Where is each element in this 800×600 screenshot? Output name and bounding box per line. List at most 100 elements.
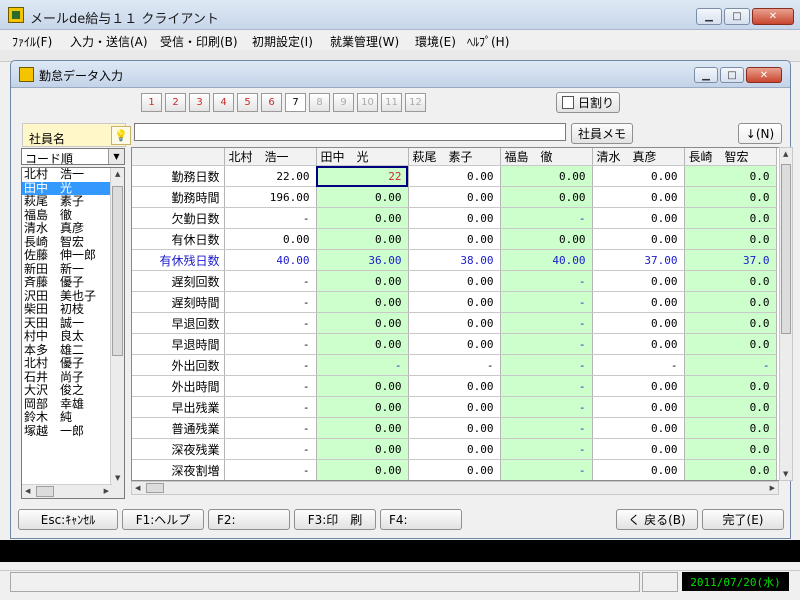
employee-list-item[interactable]: 佐藤 伸一郎 bbox=[22, 248, 124, 263]
grid-cell[interactable]: - bbox=[684, 354, 777, 376]
column-header[interactable]: 福島 徹 bbox=[500, 148, 593, 166]
grid-cell[interactable]: 0.00 bbox=[316, 228, 409, 250]
active-grid-cell[interactable]: 22 bbox=[316, 165, 409, 187]
column-header[interactable]: 長崎 智宏 bbox=[684, 148, 777, 166]
grid-cell[interactable]: 0.00 bbox=[316, 459, 409, 480]
employee-list-hscroll[interactable]: ◀ ▶ bbox=[22, 484, 112, 498]
grid-cell[interactable]: 0.00 bbox=[408, 375, 501, 397]
grid-cell[interactable]: - bbox=[500, 417, 593, 439]
grid-cell[interactable]: 0.0 bbox=[684, 291, 777, 313]
grid-cell[interactable]: - bbox=[224, 291, 317, 313]
month-tab-1[interactable]: 1 bbox=[141, 93, 162, 112]
f3-print-button[interactable]: F3:印 刷 bbox=[294, 509, 376, 530]
grid-cell[interactable]: 0.0 bbox=[684, 417, 777, 439]
grid-cell[interactable]: 0.00 bbox=[316, 396, 409, 418]
grid-cell[interactable]: 0.00 bbox=[592, 375, 685, 397]
grid-cell[interactable]: - bbox=[224, 207, 317, 229]
employee-list-item[interactable]: 北村 浩一 bbox=[22, 168, 124, 182]
menu-file[interactable]: ﾌｧｲﾙ(F) bbox=[12, 33, 52, 50]
scroll-down-icon[interactable]: ▼ bbox=[783, 470, 788, 478]
menu-receive-print[interactable]: 受信・印刷(B) bbox=[160, 33, 238, 50]
menu-initial-settings[interactable]: 初期設定(I) bbox=[252, 33, 313, 50]
column-header[interactable]: 北村 浩一 bbox=[224, 148, 317, 166]
esc-cancel-button[interactable]: Esc:ｷｬﾝｾﾙ bbox=[18, 509, 118, 530]
employee-list-item[interactable]: 本多 雄二 bbox=[22, 343, 124, 358]
grid-cell[interactable]: - bbox=[224, 396, 317, 418]
employee-list-item[interactable]: 福島 徹 bbox=[22, 208, 124, 223]
grid-cell[interactable]: 37.00 bbox=[592, 249, 685, 271]
grid-cell[interactable]: 0.00 bbox=[408, 165, 501, 187]
month-tab-2[interactable]: 2 bbox=[165, 93, 186, 112]
menu-attendance[interactable]: 就業管理(W) bbox=[330, 33, 399, 50]
scroll-right-icon[interactable]: ▶ bbox=[770, 484, 775, 492]
done-button[interactable]: 完了(E) bbox=[702, 509, 784, 530]
grid-cell[interactable]: 0.00 bbox=[592, 291, 685, 313]
grid-cell[interactable]: - bbox=[500, 312, 593, 334]
grid-cell[interactable]: 0.00 bbox=[408, 312, 501, 334]
grid-cell[interactable]: 0.0 bbox=[684, 459, 777, 480]
grid-cell[interactable]: 40.00 bbox=[500, 249, 593, 271]
employee-list-item[interactable]: 沢田 美也子 bbox=[22, 289, 124, 304]
grid-cell[interactable]: 0.0 bbox=[684, 312, 777, 334]
scroll-right-icon[interactable]: ▶ bbox=[104, 487, 109, 495]
grid-cell[interactable]: 22.00 bbox=[224, 165, 317, 187]
grid-cell[interactable]: 0.00 bbox=[408, 270, 501, 292]
grid-cell[interactable]: - bbox=[224, 375, 317, 397]
grid-cell[interactable]: 0.00 bbox=[592, 417, 685, 439]
employee-list-item[interactable]: 石井 尚子 bbox=[22, 370, 124, 385]
grid-h-scroll-thumb[interactable] bbox=[146, 483, 164, 493]
employee-list-item[interactable]: 村中 良太 bbox=[22, 329, 124, 344]
grid-cell[interactable]: 0.00 bbox=[316, 312, 409, 334]
grid-cell[interactable]: 0.0 bbox=[684, 333, 777, 355]
grid-cell[interactable]: 0.00 bbox=[316, 291, 409, 313]
employee-list-item[interactable]: 柴田 初枝 bbox=[22, 302, 124, 317]
scroll-left-icon[interactable]: ◀ bbox=[25, 487, 30, 495]
grid-cell[interactable]: 0.00 bbox=[408, 228, 501, 250]
month-tab-7[interactable]: 7 bbox=[285, 93, 306, 112]
scroll-up-icon[interactable]: ▲ bbox=[783, 150, 788, 158]
employee-list-item[interactable]: 鈴木 純 bbox=[22, 410, 124, 425]
grid-cell[interactable]: - bbox=[500, 207, 593, 229]
menu-help[interactable]: ﾍﾙﾌﾟ(H) bbox=[467, 33, 509, 50]
grid-cell[interactable]: 0.00 bbox=[316, 417, 409, 439]
scroll-up-icon[interactable]: ▲ bbox=[115, 170, 120, 178]
grid-cell[interactable]: 0.00 bbox=[408, 417, 501, 439]
employee-list-item[interactable]: 北村 優子 bbox=[22, 356, 124, 371]
grid-cell[interactable]: - bbox=[500, 333, 593, 355]
grid-cell[interactable]: - bbox=[500, 291, 593, 313]
grid-cell[interactable]: 0.00 bbox=[408, 396, 501, 418]
maximize-button[interactable]: □ bbox=[724, 8, 750, 25]
column-header[interactable]: 萩尾 素子 bbox=[408, 148, 501, 166]
month-tab-5[interactable]: 5 bbox=[237, 93, 258, 112]
employee-list-item[interactable]: 田中 光 bbox=[22, 181, 124, 195]
grid-cell[interactable]: 0.00 bbox=[592, 333, 685, 355]
lightbulb-icon[interactable]: 💡 bbox=[111, 126, 131, 145]
sort-select[interactable]: コード順 ▼ bbox=[21, 148, 125, 166]
grid-cell[interactable]: 0.0 bbox=[684, 375, 777, 397]
f1-help-button[interactable]: F1:ヘルプ bbox=[122, 509, 204, 530]
grid-cell[interactable]: 0.0 bbox=[684, 207, 777, 229]
grid-cell[interactable]: 0.00 bbox=[500, 165, 593, 187]
grid-cell[interactable]: - bbox=[592, 354, 685, 376]
employee-list-item[interactable]: 新田 新一 bbox=[22, 262, 124, 277]
grid-cell[interactable]: 0.0 bbox=[684, 396, 777, 418]
close-button[interactable]: ✕ bbox=[752, 8, 794, 25]
grid-cell[interactable]: - bbox=[224, 270, 317, 292]
f2-button[interactable]: F2: bbox=[208, 509, 290, 530]
child-minimize-button[interactable]: ▁ bbox=[694, 67, 718, 83]
minimize-button[interactable]: ▁ bbox=[696, 8, 722, 25]
grid-cell[interactable]: - bbox=[224, 459, 317, 480]
grid-cell[interactable]: 0.00 bbox=[408, 459, 501, 480]
grid-cell[interactable]: 0.0 bbox=[684, 186, 777, 208]
employee-list-item[interactable]: 長崎 智宏 bbox=[22, 235, 124, 250]
grid-cell[interactable]: 0.00 bbox=[316, 333, 409, 355]
employee-list-item[interactable]: 天田 誠一 bbox=[22, 316, 124, 331]
employee-list-vscroll[interactable]: ▲ ▼ bbox=[110, 168, 124, 498]
grid-cell[interactable]: 0.00 bbox=[316, 270, 409, 292]
grid-cell[interactable]: 0.00 bbox=[408, 333, 501, 355]
grid-cell[interactable]: 0.00 bbox=[592, 438, 685, 460]
grid-cell[interactable]: 196.00 bbox=[224, 186, 317, 208]
grid-cell[interactable]: 0.00 bbox=[592, 459, 685, 480]
grid-cell[interactable]: - bbox=[224, 333, 317, 355]
grid-cell[interactable]: - bbox=[500, 354, 593, 376]
